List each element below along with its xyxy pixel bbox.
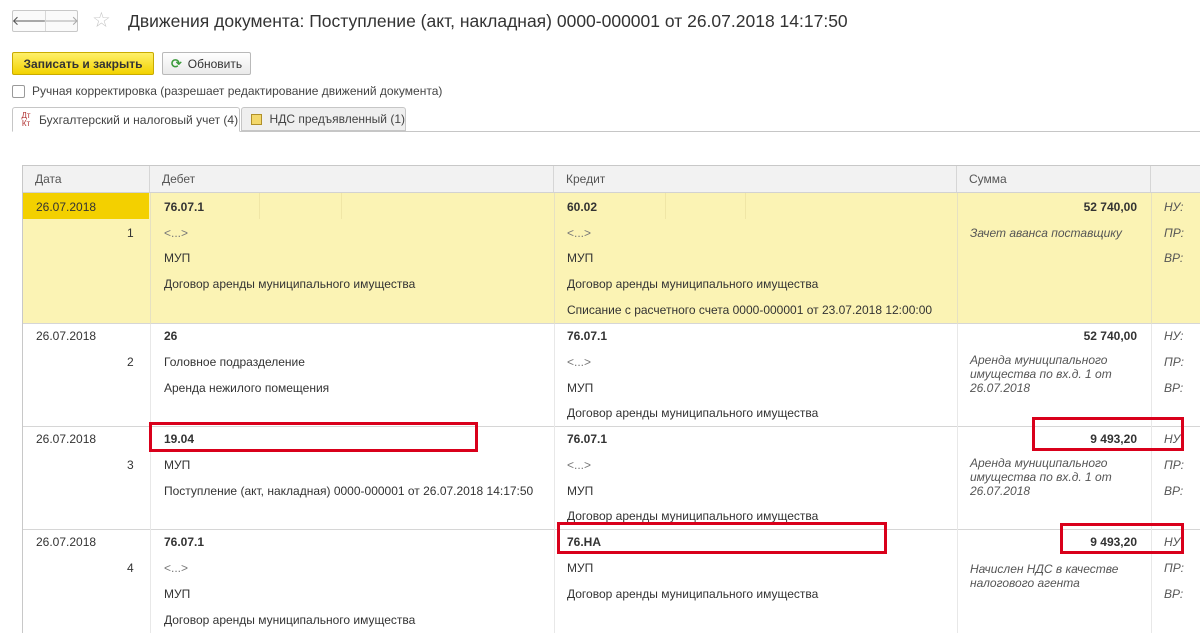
debit-subconto-1: <...> <box>164 561 189 575</box>
refresh-button-label: Обновить <box>187 56 243 71</box>
column-header-debit[interactable]: Дебет <box>150 166 554 192</box>
flag-vr: ВР: <box>1164 381 1184 395</box>
record-content: Зачет аванса поставщику <box>970 226 1122 240</box>
arrow-right-icon[interactable]: 🡒 <box>44 11 79 31</box>
flag-pr: ПР: <box>1164 226 1184 240</box>
star-icon[interactable]: ☆ <box>92 8 111 33</box>
tab-vat-label: НДС предъявленный (1) <box>269 112 405 126</box>
flag-nu: НУ: <box>1164 200 1184 214</box>
credit-subconto-2: МУП <box>567 251 594 265</box>
flag-nu: НУ: <box>1164 329 1184 343</box>
credit-subconto-1: МУП <box>567 561 594 575</box>
flag-pr: ПР: <box>1164 355 1184 369</box>
highlight-debit-19-04 <box>149 422 478 452</box>
flag-pr: ПР: <box>1164 561 1184 575</box>
highlight-credit-76-na <box>557 522 887 554</box>
debit-account: 26 <box>164 329 178 343</box>
record-number: 2 <box>127 355 134 369</box>
credit-subconto-4: Списание с расчетного счета 0000-000001 … <box>567 303 933 317</box>
manual-correction-checkbox[interactable] <box>12 84 25 98</box>
credit-subconto-1: <...> <box>567 458 592 472</box>
credit-subconto-2: МУП <box>567 381 594 395</box>
debit-subconto-1: Головное подразделение <box>164 355 305 369</box>
arrow-left-icon[interactable]: 🡐 <box>12 11 47 31</box>
tab-accounting[interactable]: Дт Кт Бухгалтерский и налоговый учет (4) <box>12 107 240 132</box>
refresh-button[interactable]: ⟳ Обновить <box>162 52 251 75</box>
credit-subconto-2: МУП <box>567 484 594 498</box>
register-icon <box>251 113 262 125</box>
debit-subconto-3: Договор аренды муниципального имущества <box>164 613 416 627</box>
manual-correction-row: Ручная корректировка (разрешает редактир… <box>12 84 442 98</box>
manual-correction-label[interactable]: Ручная корректировка (разрешает редактир… <box>32 84 442 98</box>
debit-subconto-2: МУП <box>164 587 191 601</box>
credit-account: 76.07.1 <box>567 432 608 446</box>
credit-subconto-3: Договор аренды муниципального имущества <box>567 277 819 291</box>
credit-subconto-1: <...> <box>567 226 592 240</box>
debit-account: 76.07.1 <box>164 200 205 214</box>
credit-subconto-1: <...> <box>567 355 592 369</box>
nav-buttons: 🡐 🡒 <box>12 10 79 32</box>
record-number: 3 <box>127 458 134 472</box>
debit-subconto-2: МУП <box>164 251 191 265</box>
credit-account: 60.02 <box>567 200 598 214</box>
record-date: 26.07.2018 <box>36 432 97 446</box>
dt-kt-icon: Дт Кт <box>21 110 31 128</box>
flag-vr: ВР: <box>1164 251 1184 265</box>
debit-subconto-3: Договор аренды муниципального имущества <box>164 277 416 291</box>
debit-account: 76.07.1 <box>164 535 205 549</box>
tab-vat[interactable]: НДС предъявленный (1) <box>241 107 406 131</box>
record-content: Аренда муниципального имущества по вх.д.… <box>970 456 1112 498</box>
record-sum: 52 740,00 <box>1083 200 1137 214</box>
column-header-credit[interactable]: Кредит <box>554 166 957 192</box>
save-and-close-button[interactable]: Записать и закрыть <box>12 52 154 75</box>
debit-subconto-1: МУП <box>164 458 191 472</box>
record-date: 26.07.2018 <box>36 200 97 214</box>
record-sum: 52 740,00 <box>1083 329 1137 343</box>
credit-subconto-3: Договор аренды муниципального имущества <box>567 509 819 523</box>
flag-vr: ВР: <box>1164 587 1184 601</box>
credit-subconto-3: Договор аренды муниципального имущества <box>567 406 819 420</box>
movements-grid[interactable]: Дата Дебет Кредит Сумма 26.07.2018 1 76.… <box>22 165 1200 633</box>
highlight-sum-record-3 <box>1032 417 1184 451</box>
debit-subconto-2: Поступление (акт, накладная) 0000-000001… <box>164 484 534 498</box>
tab-accounting-label: Бухгалтерский и налоговый учет (4) <box>39 112 239 127</box>
record-number: 1 <box>127 226 134 240</box>
refresh-icon: ⟳ <box>170 55 182 71</box>
credit-subconto-2: Договор аренды муниципального имущества <box>567 587 819 601</box>
grid-header: Дата Дебет Кредит Сумма <box>23 166 1200 193</box>
column-header-date[interactable]: Дата <box>23 166 150 192</box>
flag-pr: ПР: <box>1164 458 1184 472</box>
record-date: 26.07.2018 <box>36 329 97 343</box>
flag-vr: ВР: <box>1164 484 1184 498</box>
window-title: Движения документа: Поступление (акт, на… <box>128 11 848 31</box>
table-row[interactable]: 26.07.2018 2 26 Головное подразделение А… <box>23 324 1200 427</box>
record-content: Аренда муниципального имущества по вх.д.… <box>970 353 1112 395</box>
debit-subconto-2: Аренда нежилого помещения <box>164 381 330 395</box>
highlight-sum-record-4 <box>1060 523 1184 554</box>
record-number: 4 <box>127 561 134 575</box>
table-row[interactable]: 26.07.2018 1 76.07.1 <...> МУП Договор а… <box>23 193 1200 324</box>
record-date: 26.07.2018 <box>36 535 97 549</box>
column-header-sum[interactable]: Сумма <box>957 166 1151 192</box>
title-bar: 🡐 🡒 ☆ Движения документа: Поступление (а… <box>0 0 1200 44</box>
debit-subconto-1: <...> <box>164 226 189 240</box>
credit-account: 76.07.1 <box>567 329 608 343</box>
record-content: Начислен НДС в качестве налогового агент… <box>970 562 1119 590</box>
